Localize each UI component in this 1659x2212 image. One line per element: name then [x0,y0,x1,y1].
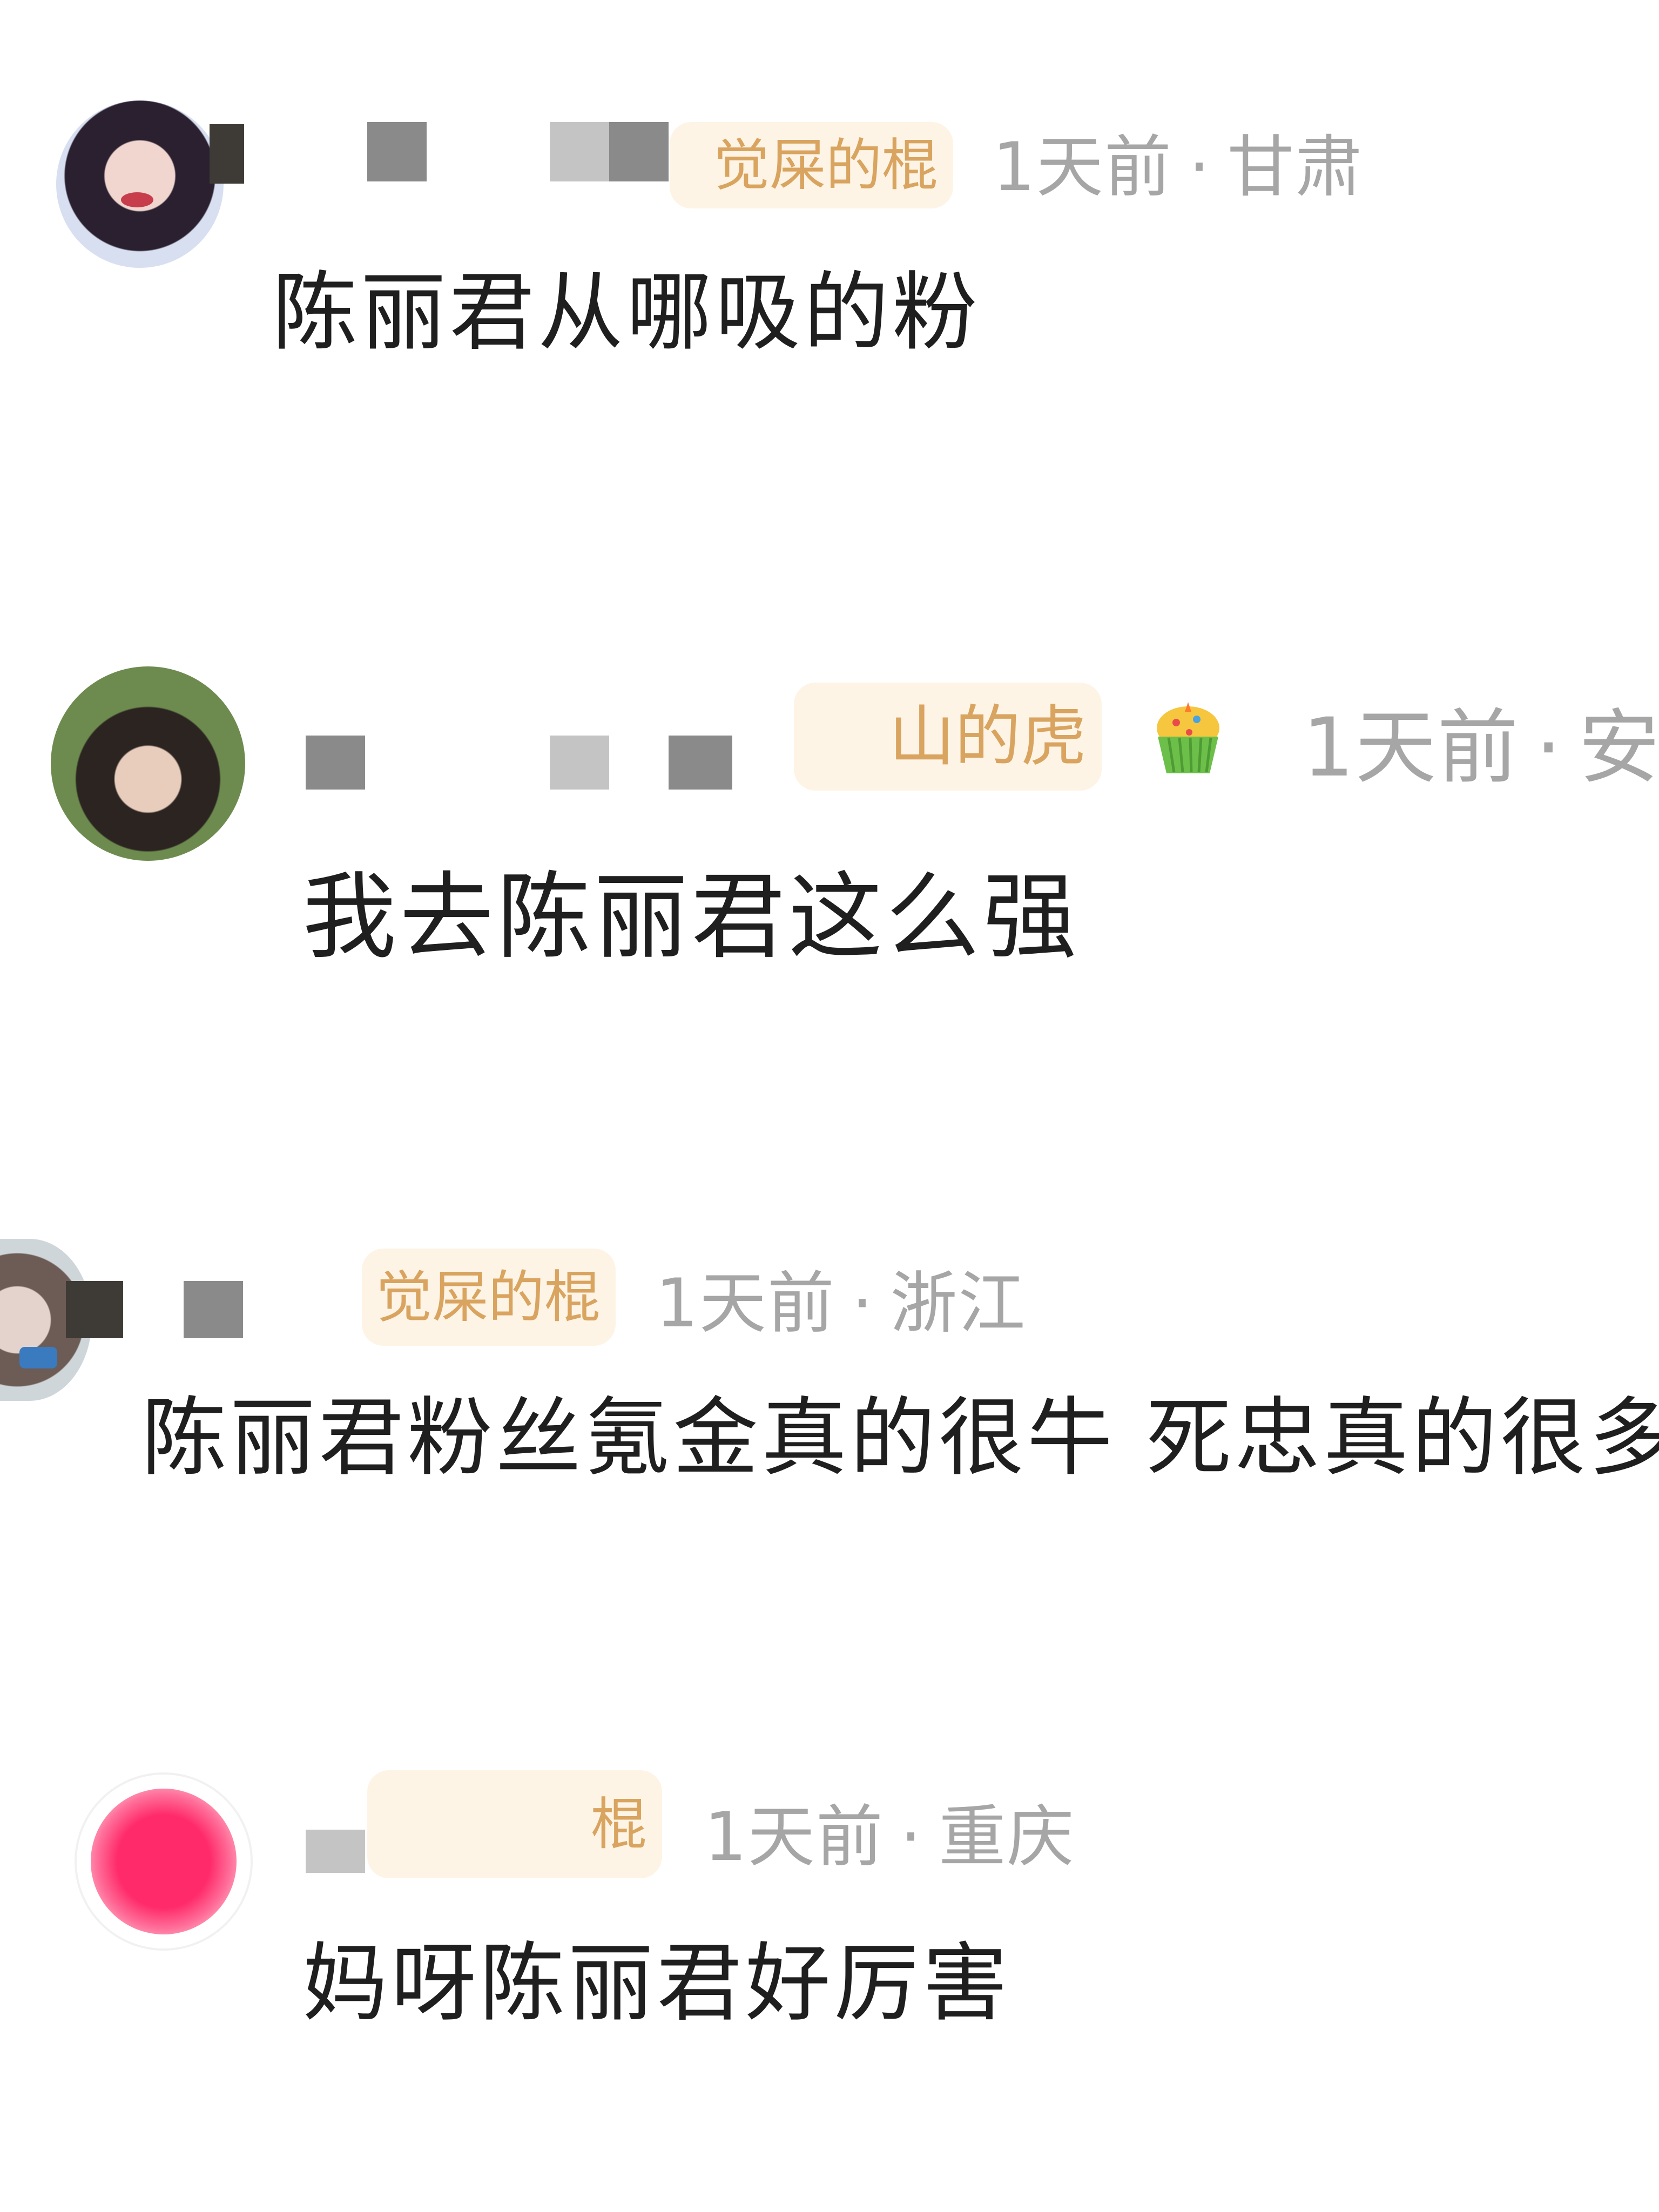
cupcake-icon [1145,694,1231,781]
comment-location: 重庆 [939,1798,1075,1876]
username-redaction [306,736,365,790]
comment-time: 1天前 [656,1265,835,1343]
username-redaction [210,124,244,184]
username-redaction [550,736,609,790]
comment-time: 1天前 [704,1798,884,1876]
user-avatar[interactable] [56,100,224,268]
comment-meta: 1天前 · 甘肃 [993,134,1363,201]
username-redaction [306,1830,365,1873]
avatar-detail [19,1347,57,1368]
comment-meta: 1天前 · 重庆 [704,1804,1075,1871]
comment-text[interactable]: 陈丽君粉丝氪金真的很牛 死忠真的很多 [141,1395,1659,1481]
user-avatar[interactable] [75,1772,253,1951]
separator-dot: · [900,1798,923,1876]
avatar-detail [121,192,153,207]
comment-location: 浙江 [890,1265,1027,1343]
user-title-badge[interactable]: 棍 [367,1770,662,1878]
comment-text[interactable]: 陈丽君从哪吸的粉 [272,270,981,355]
comment-meta: 1天前 · 安 [1303,707,1659,788]
username-redaction [184,1281,243,1338]
comment-location: 安 [1579,701,1659,795]
username-redaction [550,122,609,181]
comment-text[interactable]: 妈呀陈丽君好厉害 [302,1941,1011,2026]
user-title-badge[interactable]: 觉屎的棍 [670,122,953,208]
username-redaction [609,122,669,181]
user-title-badge[interactable]: 觉屎的棍 [362,1249,616,1346]
comment-meta: 1天前 · 浙江 [656,1270,1026,1337]
username-redaction [66,1281,123,1338]
separator-dot: · [851,1265,874,1343]
user-title-badge[interactable]: 山的虎 [794,683,1102,791]
comment-time: 1天前 [993,129,1172,206]
separator-dot: · [1535,701,1563,795]
avatar-detail [91,1789,237,1934]
comment-location: 甘肃 [1227,129,1364,206]
username-redaction [669,736,732,790]
comment-text[interactable]: 我去陈丽君这么强 [302,871,1080,965]
user-avatar[interactable] [51,666,245,861]
separator-dot: · [1188,129,1211,206]
comment-time: 1天前 [1303,701,1520,795]
username-redaction [367,122,427,181]
